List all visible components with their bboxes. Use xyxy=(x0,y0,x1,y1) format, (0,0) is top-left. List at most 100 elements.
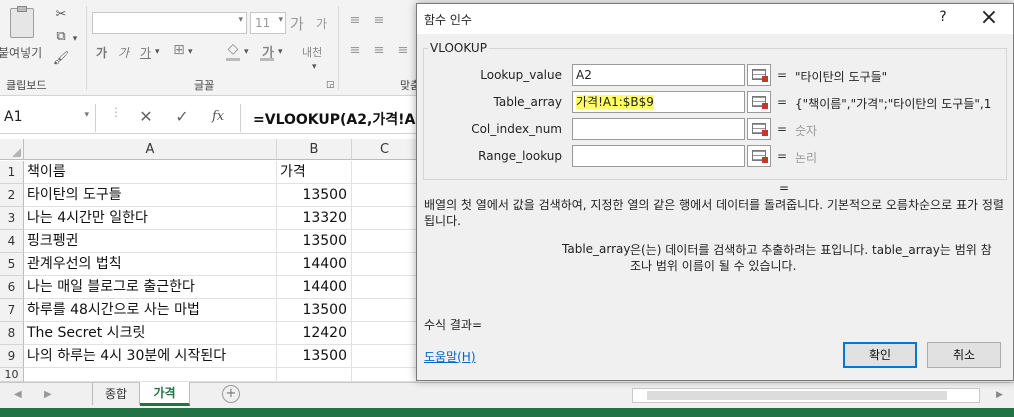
range-select-button[interactable] xyxy=(747,91,771,113)
table-cell[interactable] xyxy=(352,299,418,322)
scrollbar-thumb[interactable] xyxy=(647,391,947,400)
copy-icon[interactable]: ⧉ xyxy=(52,28,70,46)
underline-button[interactable]: 가 xyxy=(140,44,151,61)
scroll-left-icon[interactable]: ◀ xyxy=(14,386,22,404)
range-lookup-input[interactable] xyxy=(572,145,745,167)
align-left-icon[interactable]: ≡ xyxy=(346,42,364,60)
horizontal-scrollbar[interactable] xyxy=(632,388,980,403)
help-button[interactable]: ? xyxy=(933,9,953,25)
copy-dropdown-icon[interactable]: ▾ xyxy=(70,30,80,48)
paste-button[interactable]: 붙여넣기 xyxy=(0,6,46,68)
sheet-tab-price[interactable]: 가격 xyxy=(140,382,190,406)
table-cell[interactable] xyxy=(24,368,277,382)
table-cell[interactable] xyxy=(352,368,418,382)
col-index-num-label: Col_index_num xyxy=(471,122,562,136)
row-header[interactable]: 5 xyxy=(0,253,24,276)
bold-button[interactable]: 가 xyxy=(96,44,107,61)
name-box[interactable]: A1 ▾ xyxy=(0,104,96,132)
formula-bar-resizer[interactable]: ⋮ xyxy=(110,106,122,118)
close-button[interactable]: × xyxy=(977,5,1001,31)
fill-dropdown-icon[interactable]: ▾ xyxy=(244,43,249,61)
row-header[interactable]: 9 xyxy=(0,345,24,368)
col-index-num-input[interactable] xyxy=(572,118,745,140)
table-cell[interactable] xyxy=(352,184,418,207)
row-header[interactable]: 7 xyxy=(0,299,24,322)
row-header[interactable]: 8 xyxy=(0,322,24,345)
table-cell[interactable]: 13320 xyxy=(277,207,352,230)
row-header[interactable]: 4 xyxy=(0,230,24,253)
add-sheet-icon[interactable]: + xyxy=(222,385,240,403)
select-all-corner[interactable] xyxy=(0,139,24,160)
underline-dropdown-icon[interactable]: ▾ xyxy=(155,43,160,61)
align-top-icon[interactable]: ≡ xyxy=(346,12,364,30)
range-select-button[interactable] xyxy=(747,118,771,140)
row-header[interactable]: 2 xyxy=(0,184,24,207)
italic-button[interactable]: 가 xyxy=(118,44,129,61)
dialog-titlebar[interactable] xyxy=(417,4,1013,34)
table-cell[interactable]: 13500 xyxy=(277,345,352,368)
ok-button[interactable]: 확인 xyxy=(843,342,917,368)
align-right-icon[interactable]: ≡ xyxy=(394,42,412,60)
insert-function-icon[interactable]: fx xyxy=(212,109,224,124)
cut-icon[interactable]: ✂ xyxy=(52,6,70,24)
format-painter-icon[interactable]: 🖌 xyxy=(52,50,70,68)
shrink-font-button[interactable]: 가 xyxy=(316,15,327,32)
row-header[interactable]: 3 xyxy=(0,207,24,230)
table-cell[interactable]: 타이탄의 도구들 xyxy=(24,184,277,207)
border-icon[interactable]: ⊞ xyxy=(170,41,188,59)
row-header[interactable]: 1 xyxy=(0,161,24,184)
fill-color-icon[interactable]: ◇ xyxy=(224,40,242,58)
table-cell[interactable]: 13500 xyxy=(277,184,352,207)
table-cell[interactable]: 14400 xyxy=(277,276,352,299)
table-cell[interactable]: 책이름 xyxy=(24,161,277,184)
table-cell[interactable]: 핑크펭귄 xyxy=(24,230,277,253)
scroll-right-icon[interactable]: ▶ xyxy=(44,386,52,404)
help-link[interactable]: 도움말(H) xyxy=(424,348,476,365)
table-cell[interactable]: 12420 xyxy=(277,322,352,345)
table-cell[interactable]: 가격 xyxy=(277,161,352,184)
font-name-combo[interactable]: ▾ xyxy=(92,12,247,34)
table-cell[interactable] xyxy=(352,253,418,276)
table-cell[interactable]: 나는 4시간만 일한다 xyxy=(24,207,277,230)
formula-input[interactable]: =VLOOKUP(A2,가격!A1 xyxy=(240,104,416,132)
col-index-num-hint: 숫자 xyxy=(795,124,818,138)
table-cell[interactable]: 나는 매일 블로그로 출근한다 xyxy=(24,276,277,299)
table-cell[interactable] xyxy=(352,161,418,184)
equals-sign: = xyxy=(777,68,788,82)
sheet-tab-summary[interactable]: 종합 xyxy=(92,383,140,405)
table-cell[interactable] xyxy=(352,276,418,299)
font-color-dropdown-icon[interactable]: ▾ xyxy=(278,43,283,61)
align-middle-icon[interactable]: ≡ xyxy=(370,12,388,30)
table-cell[interactable]: 13500 xyxy=(277,230,352,253)
table-cell[interactable] xyxy=(352,207,418,230)
table-cell[interactable] xyxy=(277,368,352,382)
table-cell[interactable]: 13500 xyxy=(277,299,352,322)
table-array-input[interactable]: 가격!A1:$B$9 xyxy=(572,91,745,113)
scroll-right-arrow-icon[interactable]: ▶ xyxy=(996,386,1003,404)
cancel-icon[interactable]: ✕ xyxy=(136,108,156,126)
grow-font-button[interactable]: 가 xyxy=(290,13,304,34)
font-dialog-launcher-icon[interactable]: ◲ xyxy=(326,76,335,94)
align-center-icon[interactable]: ≡ xyxy=(370,42,388,60)
formula-result-label: 수식 결과= xyxy=(424,318,483,332)
range-select-button[interactable] xyxy=(747,145,771,167)
font-size-combo[interactable]: 11 ▾ xyxy=(250,12,286,34)
row-header[interactable]: 10 xyxy=(0,368,24,382)
table-cell[interactable]: The Secret 시크릿 xyxy=(24,322,277,345)
table-cell[interactable] xyxy=(352,322,418,345)
table-cell[interactable]: 하루를 48시간으로 사는 마법 xyxy=(24,299,277,322)
column-header-b[interactable]: B xyxy=(277,139,352,160)
table-cell[interactable] xyxy=(352,230,418,253)
table-cell[interactable] xyxy=(352,345,418,368)
range-select-button[interactable] xyxy=(747,64,771,86)
cancel-button[interactable]: 취소 xyxy=(927,342,1001,368)
border-dropdown-icon[interactable]: ▾ xyxy=(188,43,193,61)
table-cell[interactable]: 나의 하루는 4시 30분에 시작된다 xyxy=(24,345,277,368)
row-header[interactable]: 6 xyxy=(0,276,24,299)
enter-icon[interactable]: ✓ xyxy=(172,108,192,126)
lookup-value-input[interactable]: A2 xyxy=(572,64,745,86)
phonetic-dropdown-icon[interactable]: ▾ xyxy=(312,58,317,76)
column-header-a[interactable]: A xyxy=(24,139,277,160)
table-cell[interactable]: 14400 xyxy=(277,253,352,276)
table-cell[interactable]: 관계우선의 법칙 xyxy=(24,253,277,276)
